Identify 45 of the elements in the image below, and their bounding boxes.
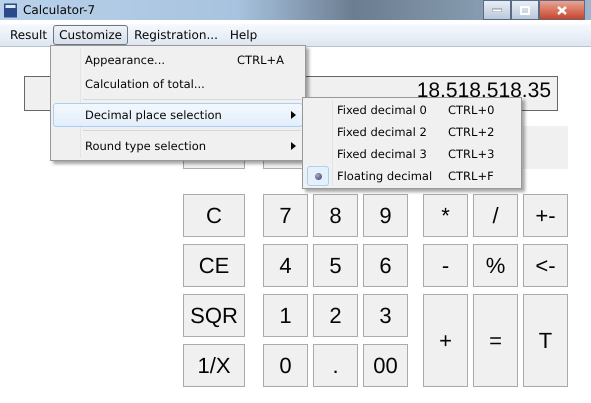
submenu-arrow-icon xyxy=(291,142,296,150)
maximize-icon xyxy=(520,6,530,14)
close-button[interactable] xyxy=(539,0,585,20)
key-button[interactable]: 6 xyxy=(363,244,408,287)
menu-option[interactable]: Floating decimal CTRL+F xyxy=(305,165,519,187)
key-button[interactable]: 4 xyxy=(263,244,308,287)
key-button[interactable]: . xyxy=(313,344,358,387)
key-button[interactable]: + xyxy=(423,294,468,387)
key-button[interactable]: 5 xyxy=(313,244,358,287)
key-button[interactable]: - xyxy=(423,244,468,287)
key-button[interactable]: CE xyxy=(183,244,245,287)
key-button[interactable]: * xyxy=(423,194,468,237)
key-button[interactable]: = xyxy=(473,294,518,387)
key-button[interactable]: 1/X xyxy=(183,344,245,387)
minimize-icon xyxy=(492,8,502,12)
menu-option[interactable]: Decimal place selection xyxy=(53,103,303,127)
menu-item[interactable]: Help xyxy=(224,25,264,45)
close-icon xyxy=(557,6,567,14)
submenu-arrow-icon xyxy=(291,111,296,119)
menu-item[interactable]: Result xyxy=(4,25,54,45)
menu-item[interactable]: Customize xyxy=(53,25,128,45)
key-button[interactable]: / xyxy=(473,194,518,237)
maximize-button[interactable] xyxy=(511,0,539,20)
key-button[interactable]: 7 xyxy=(263,194,308,237)
menu-option[interactable]: Round type selection xyxy=(53,134,303,158)
key-button[interactable]: +- xyxy=(523,194,568,237)
key-button[interactable]: SQR xyxy=(183,294,245,337)
window-title: Calculator-7 xyxy=(23,3,96,17)
key-button[interactable]: <- xyxy=(523,244,568,287)
menu-item[interactable]: Registration... xyxy=(128,25,224,45)
minimize-button[interactable] xyxy=(483,0,511,20)
key-button[interactable]: % xyxy=(473,244,518,287)
key-button[interactable]: 9 xyxy=(363,194,408,237)
menu-option[interactable]: Fixed decimal 2 CTRL+2 xyxy=(305,121,519,143)
key-button[interactable]: 0 xyxy=(263,344,308,387)
key-button[interactable]: C xyxy=(183,194,245,237)
key-button[interactable]: 2 xyxy=(313,294,358,337)
menu-option[interactable]: Appearance... CTRL+A xyxy=(53,48,303,72)
key-button[interactable]: 1 xyxy=(263,294,308,337)
key-button[interactable]: T xyxy=(523,294,568,387)
key-button[interactable]: 00 xyxy=(363,344,408,387)
calculator-icon xyxy=(3,2,18,18)
key-button[interactable]: 8 xyxy=(313,194,358,237)
menu-option[interactable]: Fixed decimal 3 CTRL+3 xyxy=(305,143,519,165)
key-button[interactable]: 3 xyxy=(363,294,408,337)
